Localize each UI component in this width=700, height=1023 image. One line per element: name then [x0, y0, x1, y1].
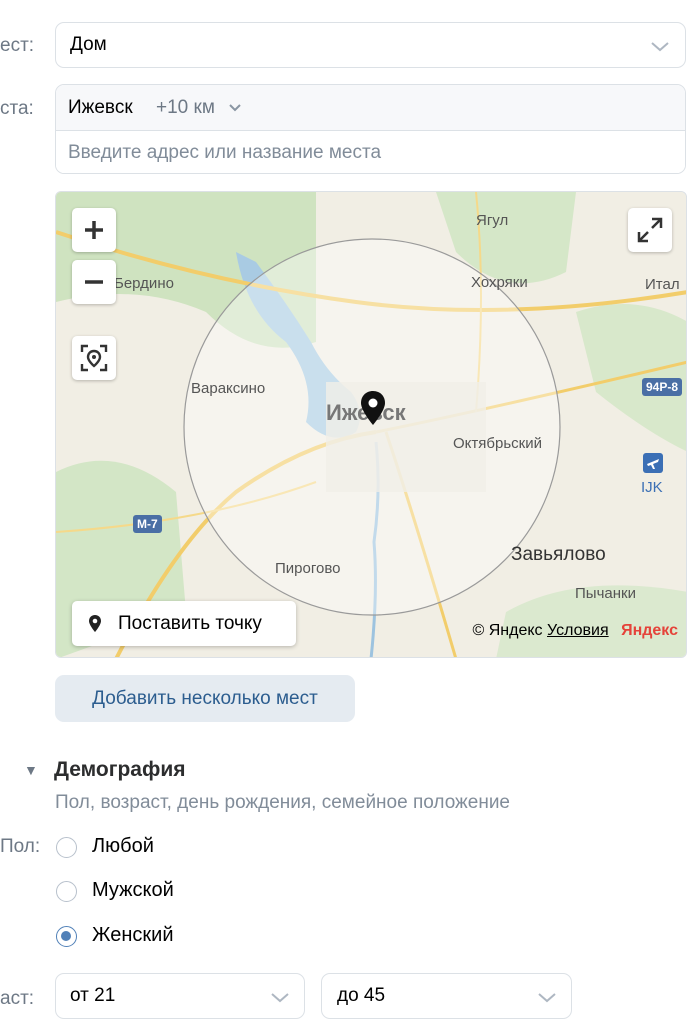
place-type-label: ест:	[0, 35, 35, 56]
address-input[interactable]	[56, 131, 685, 173]
gender-radio-male[interactable]	[56, 881, 77, 902]
chevron-down-icon	[538, 993, 556, 1003]
map-place-label: Пирогово	[275, 560, 341, 577]
expand-icon	[637, 217, 663, 243]
location-label: ста:	[0, 98, 34, 119]
chevron-down-icon	[229, 104, 241, 112]
map-place-label: Вараксино	[191, 380, 266, 397]
map-copyright: © Яндекс Условия Яндекс	[473, 622, 678, 640]
yandex-logo[interactable]: Яндекс	[621, 622, 678, 639]
map-place-label: Хохряки	[471, 274, 528, 291]
zoom-out-button[interactable]	[72, 260, 116, 304]
age-to-value: до 45	[337, 985, 386, 1006]
road-shield: 94Р-8	[642, 378, 683, 396]
map-place-label: Бердино	[114, 275, 174, 292]
gender-option-label[interactable]: Женский	[92, 924, 173, 947]
place-type-select[interactable]: Дом	[55, 22, 686, 68]
chevron-down-icon	[651, 42, 669, 52]
map-pin-icon	[89, 615, 101, 632]
gender-option-label[interactable]: Любой	[92, 835, 154, 858]
road-shield: М-7	[133, 515, 162, 533]
map-place-label: Ягул	[476, 212, 509, 229]
gender-radio-any[interactable]	[56, 837, 77, 858]
city-name: Ижевск	[68, 97, 133, 118]
gender-radio-female[interactable]	[56, 926, 77, 947]
map-place-label: Октябрьский	[453, 435, 542, 452]
demography-subtitle: Пол, возраст, день рождения, семейное по…	[55, 792, 510, 813]
set-point-button[interactable]: Поставить точку	[72, 601, 296, 646]
airport-icon	[643, 453, 663, 473]
zoom-in-button[interactable]	[72, 208, 116, 252]
city-selector[interactable]: Ижевск +10 км	[56, 85, 685, 131]
geolocation-icon	[80, 344, 108, 372]
age-from-select[interactable]: от 21	[55, 973, 305, 1019]
fullscreen-button[interactable]	[628, 208, 672, 252]
geolocation-button[interactable]	[72, 336, 116, 380]
set-point-label: Поставить точку	[118, 612, 262, 634]
gender-label: Пол:	[0, 836, 41, 857]
map-place-label: IJK	[641, 479, 663, 496]
location-pin-icon	[361, 391, 385, 425]
minus-icon	[85, 280, 103, 284]
map-place-label: Завьялово	[511, 544, 606, 565]
map-place-label: Итал	[645, 276, 680, 293]
collapse-triangle-icon[interactable]: ▼	[24, 762, 38, 778]
gender-option-label[interactable]: Мужской	[92, 879, 174, 902]
map-place-label: Пычанки	[575, 585, 636, 602]
map[interactable]: Ижевск Ягул Хохряки Итал Бердино Варакси…	[55, 191, 687, 658]
plus-icon	[85, 221, 103, 239]
radius-value[interactable]: +10 км	[156, 97, 215, 119]
age-label: аст:	[0, 988, 35, 1009]
location-field: Ижевск +10 км	[55, 84, 686, 174]
add-multiple-places-button[interactable]: Добавить несколько мест	[55, 675, 355, 722]
age-from-value: от 21	[70, 985, 116, 1006]
demography-title[interactable]: Демография	[54, 758, 186, 782]
place-type-value: Дом	[70, 34, 107, 55]
copyright-text: © Яндекс	[472, 622, 543, 639]
chevron-down-icon	[271, 993, 289, 1003]
terms-link[interactable]: Условия	[547, 622, 609, 639]
age-to-select[interactable]: до 45	[321, 973, 572, 1019]
